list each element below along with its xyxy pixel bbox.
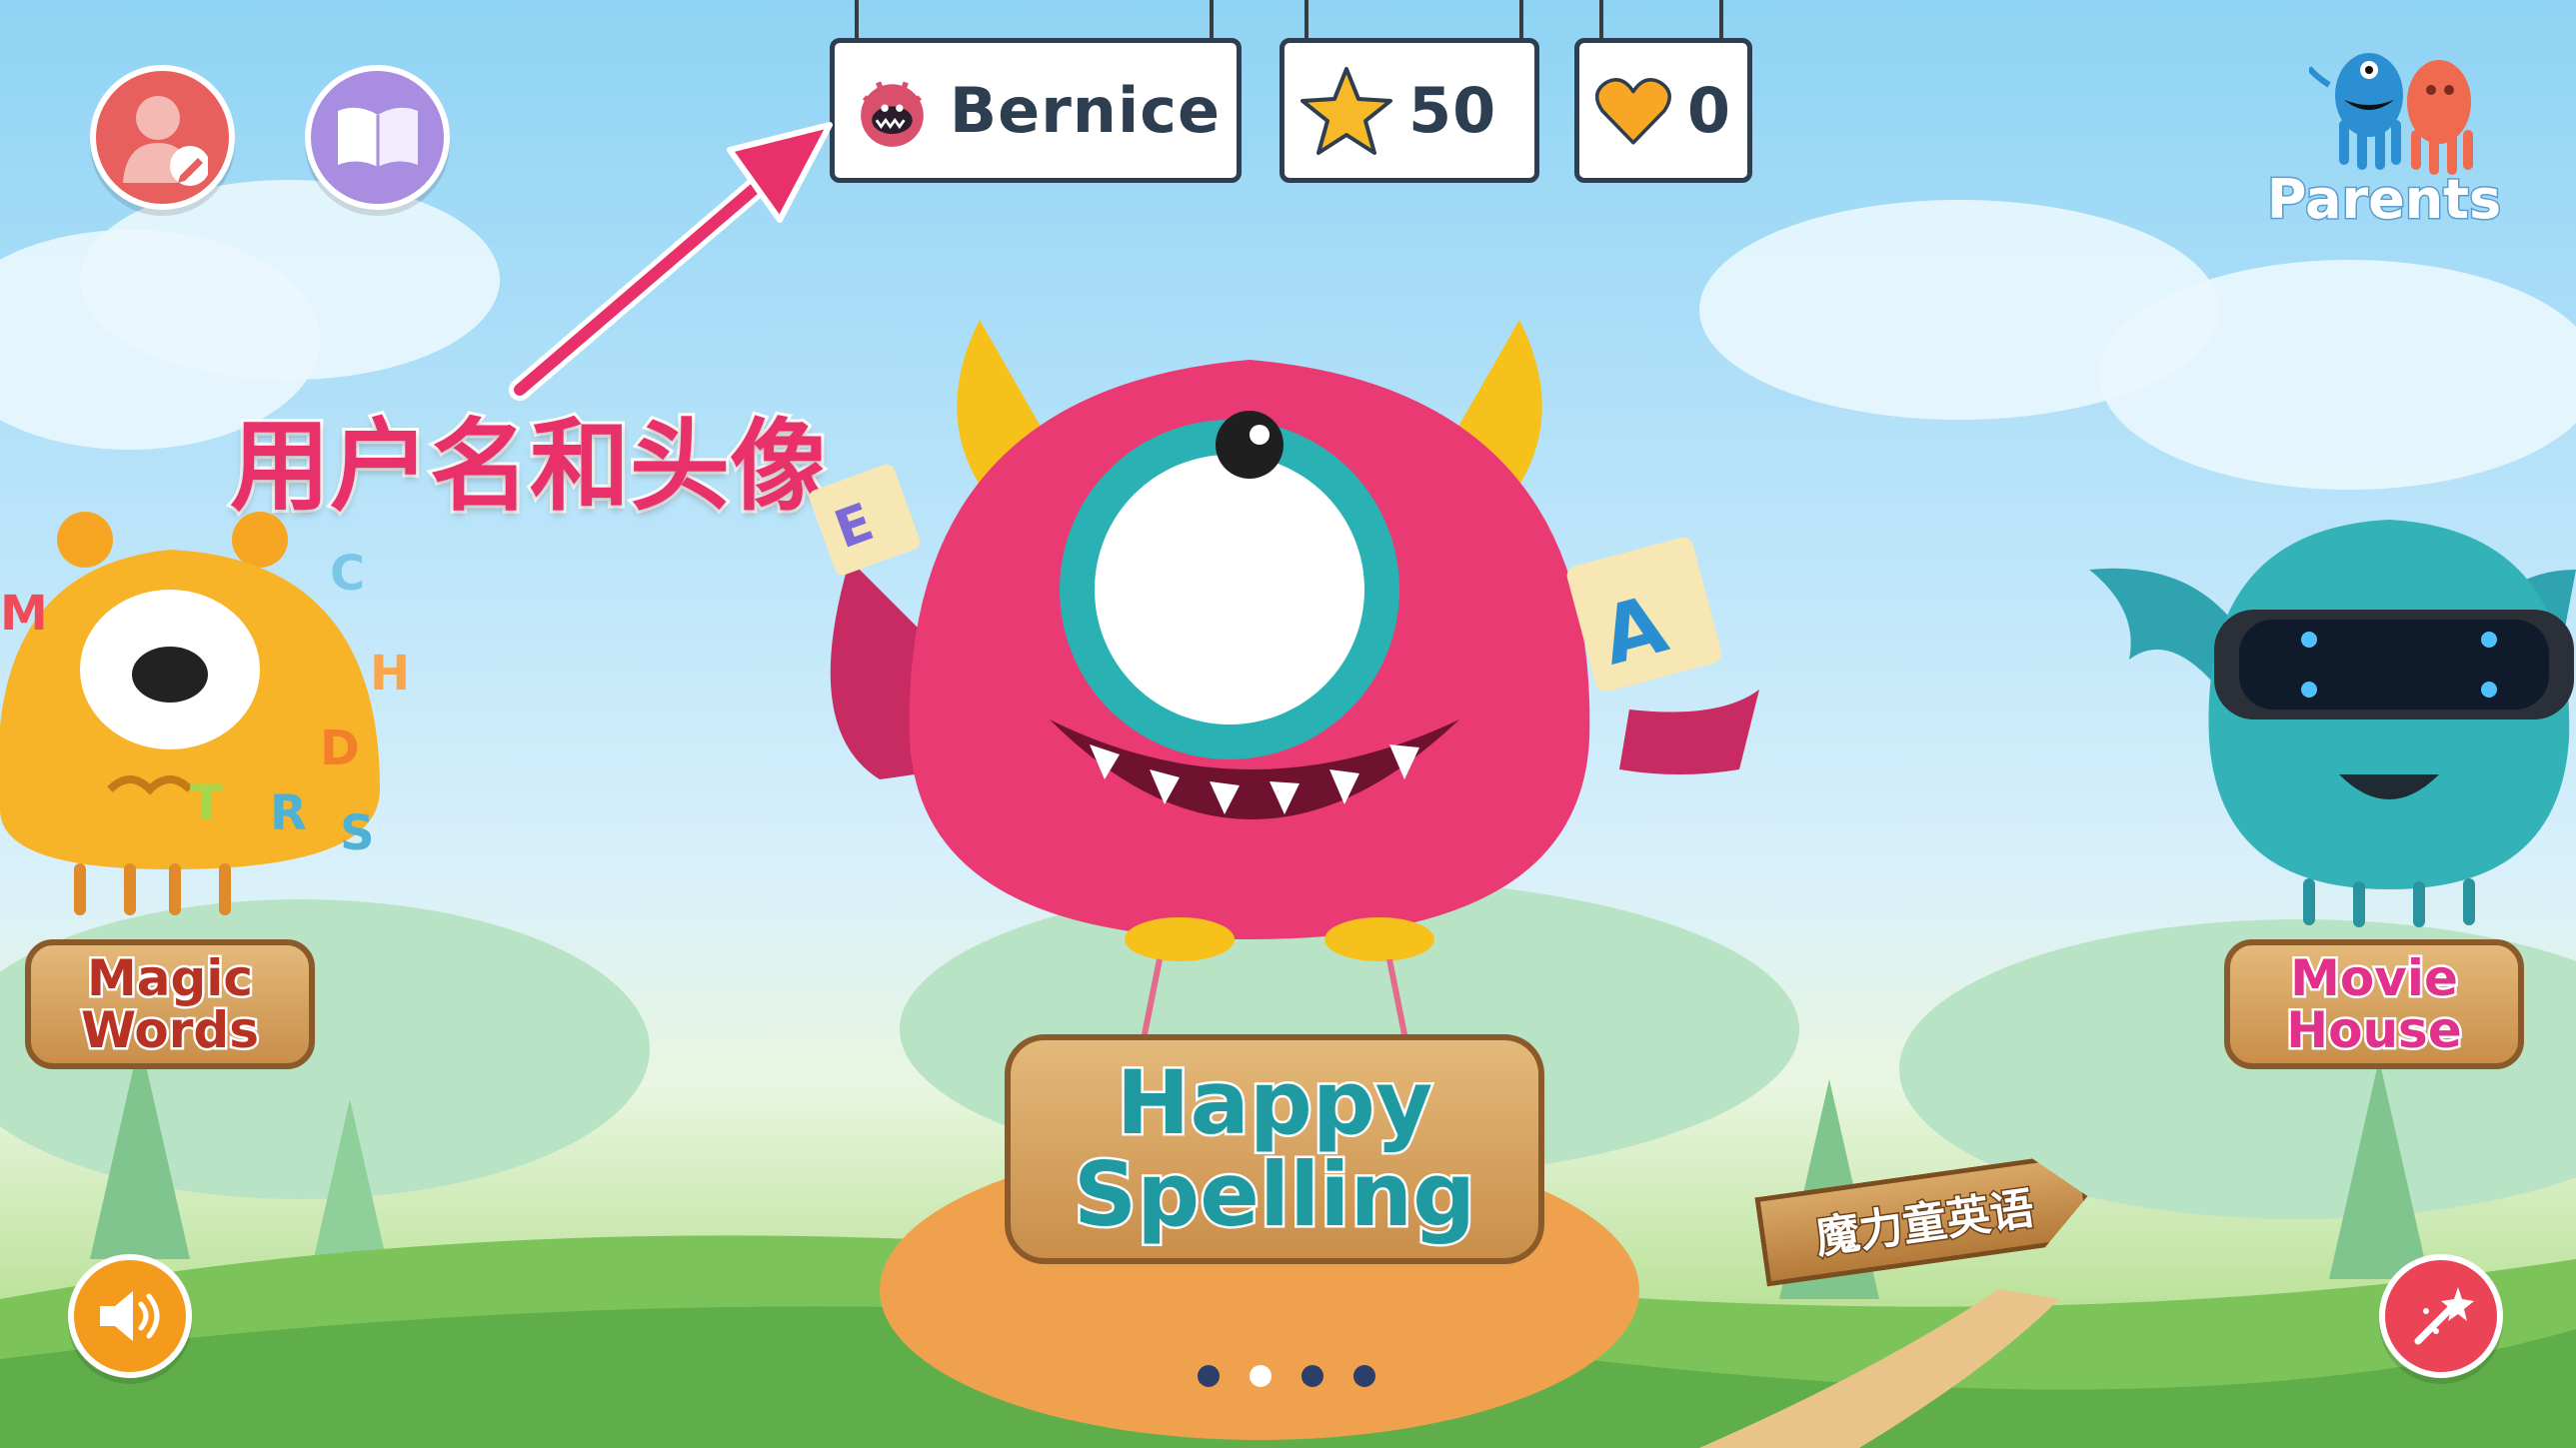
svg-text:C: C: [330, 546, 365, 602]
book-icon: [337, 107, 418, 167]
teal-monster: [2089, 520, 2576, 927]
page-dot-3[interactable]: [1301, 1365, 1323, 1387]
user-edit-icon: [122, 95, 208, 186]
hearts-count: 0: [1686, 74, 1731, 147]
sound-toggle-button[interactable]: [68, 1254, 192, 1378]
happy-spelling-card[interactable]: E A Happy Spelling: [760, 300, 1789, 1289]
profile-edit-button[interactable]: [90, 65, 235, 210]
page-dot-1[interactable]: [1198, 1365, 1220, 1387]
parents-label: Parents: [2265, 167, 2502, 233]
stars-counter: 50: [1280, 38, 1539, 183]
svg-text:H: H: [370, 646, 410, 702]
hang-line: [1719, 0, 1723, 40]
movie-house-sign: Movie House: [2224, 939, 2524, 1069]
brand-signpost-label: 魔力童英语: [1812, 1182, 2038, 1265]
yellow-monster: D H C R S T M: [0, 512, 410, 915]
avatar: [861, 81, 924, 147]
movie-house-line2: House: [2284, 1001, 2464, 1059]
svg-text:R: R: [270, 785, 307, 841]
home-scene: Bernice 50 0 Parents 用户名和头像 D H C R S T …: [0, 0, 2576, 1448]
svg-text:M: M: [0, 586, 48, 642]
magic-words-card[interactable]: D H C R S T M Magic Words: [0, 510, 440, 1069]
parents-button[interactable]: Parents: [2249, 40, 2509, 240]
magic-words-line2: Words: [79, 1001, 262, 1059]
username-label: Bernice: [949, 74, 1221, 147]
cloud: [2099, 260, 2576, 490]
annotation-label: 用户名和头像: [227, 405, 833, 528]
user-badge[interactable]: Bernice: [830, 38, 1242, 183]
happy-spelling-line2: Spelling: [1071, 1143, 1477, 1246]
svg-text:T: T: [190, 775, 223, 831]
book-button[interactable]: [305, 65, 450, 210]
hang-line: [1210, 0, 1214, 40]
page-dot-2[interactable]: [1250, 1365, 1272, 1387]
svg-text:D: D: [320, 721, 360, 776]
happy-spelling-line1: Happy: [1114, 1050, 1434, 1154]
page-dot-4[interactable]: [1353, 1365, 1375, 1387]
parents-icon: [2309, 53, 2473, 175]
hang-line: [1304, 0, 1308, 40]
magic-wand-button[interactable]: [2379, 1254, 2503, 1378]
speaker-icon: [100, 1291, 160, 1341]
svg-text:S: S: [340, 805, 375, 861]
stars-count: 50: [1408, 74, 1497, 147]
hang-line: [855, 0, 859, 40]
magic-words-sign: Magic Words: [25, 939, 315, 1069]
magic-words-line1: Magic: [84, 948, 255, 1007]
movie-house-card[interactable]: Movie House: [2089, 510, 2576, 1069]
star-icon: [1300, 66, 1392, 155]
magic-wand-icon: [2414, 1287, 2474, 1345]
heart-icon: [1595, 77, 1671, 145]
hang-line: [1519, 0, 1523, 40]
hearts-counter: 0: [1574, 38, 1752, 183]
hang-line: [1599, 0, 1603, 40]
pink-monster: E A: [809, 320, 1759, 1059]
movie-house-line1: Movie: [2288, 948, 2461, 1007]
happy-spelling-sign: Happy Spelling: [1005, 1034, 1544, 1264]
